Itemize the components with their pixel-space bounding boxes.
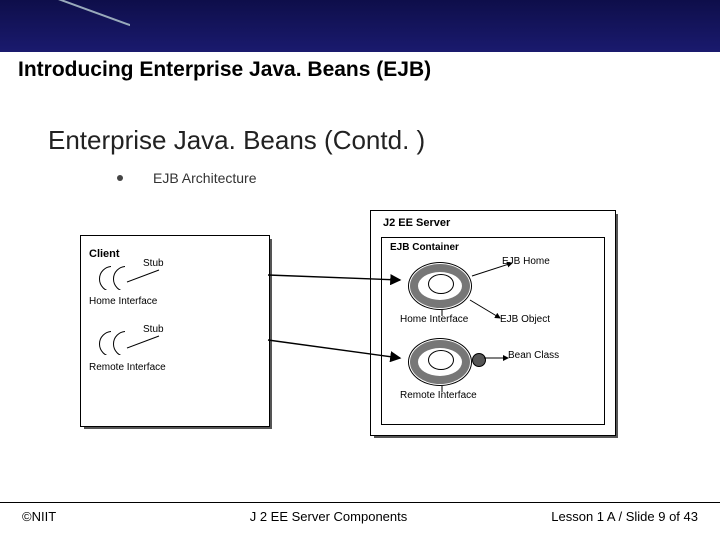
bullet-text: EJB Architecture xyxy=(153,170,257,186)
decorative-diagonal xyxy=(30,0,130,52)
footer-topic: J 2 EE Server Components xyxy=(250,509,408,524)
footer-pagination: Lesson 1 A / Slide 9 of 43 xyxy=(551,509,698,524)
slide-footer: ©NIIT J 2 EE Server Components Lesson 1 … xyxy=(0,502,720,524)
footer-copyright: ©NIIT xyxy=(22,509,56,524)
bullet-item: EJB Architecture xyxy=(117,170,257,186)
slide-subheading: Enterprise Java. Beans (Contd. ) xyxy=(48,125,425,156)
header-banner xyxy=(0,0,720,52)
connector-arrows xyxy=(80,210,620,440)
page-title: Introducing Enterprise Java. Beans (EJB) xyxy=(18,58,431,82)
architecture-diagram: Client Stub Home Interface Stub Remote I… xyxy=(80,210,620,438)
bullet-icon xyxy=(117,175,123,181)
